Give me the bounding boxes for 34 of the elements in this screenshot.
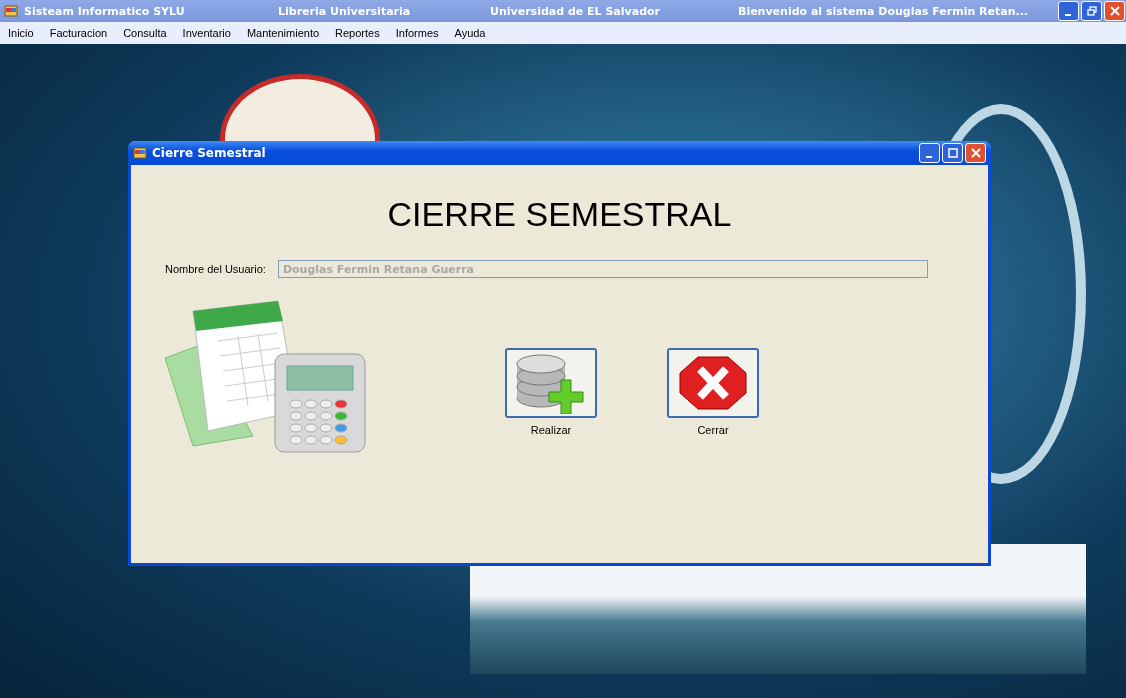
dialog-title: Cierre Semestral [152, 146, 267, 160]
app-icon [4, 4, 18, 18]
restore-button[interactable] [1081, 1, 1102, 21]
button-caption: Realizar [530, 424, 572, 436]
button-caption: Cerrar [697, 424, 729, 436]
close-icon [1109, 6, 1120, 16]
window-title: Sisteam Informatico SYLU [24, 4, 186, 18]
menu-item[interactable]: Mantenimiento [246, 27, 320, 39]
restore-icon [1086, 6, 1097, 16]
add-database-button[interactable] [505, 348, 597, 418]
window-title: Libreria Universitaria [278, 4, 412, 18]
minimize-button[interactable] [1058, 1, 1079, 21]
window-title: Universidad de EL Salvador [490, 4, 661, 18]
menu-item[interactable]: Reportes [335, 27, 380, 39]
form-icon [133, 146, 147, 160]
maximize-icon [947, 148, 958, 158]
window-title: Bienvenido al sistema Douglas Fermin Retan... [738, 4, 1030, 18]
menu-item[interactable]: Facturacion [49, 27, 108, 39]
minimize-icon [925, 156, 932, 158]
menu-item[interactable]: Ayuda [454, 27, 486, 39]
minimize-button[interactable] [919, 143, 940, 163]
menu-item[interactable]: Inicio [8, 27, 34, 39]
dialog-heading: CIERRE SEMESTRAL [386, 195, 733, 234]
cancel-button[interactable] [667, 348, 759, 418]
close-button[interactable] [1104, 1, 1125, 21]
menu-item[interactable]: Inventario [182, 27, 231, 39]
close-icon [970, 148, 981, 158]
field-label: Nombre del Usuario: [165, 263, 266, 275]
minimize-icon [1064, 14, 1071, 16]
menu-item[interactable]: Informes [395, 27, 439, 39]
cancel-icon [678, 355, 748, 411]
menu-item[interactable]: Consulta [123, 27, 167, 39]
close-button[interactable] [965, 143, 986, 163]
maximize-button[interactable] [942, 143, 963, 163]
